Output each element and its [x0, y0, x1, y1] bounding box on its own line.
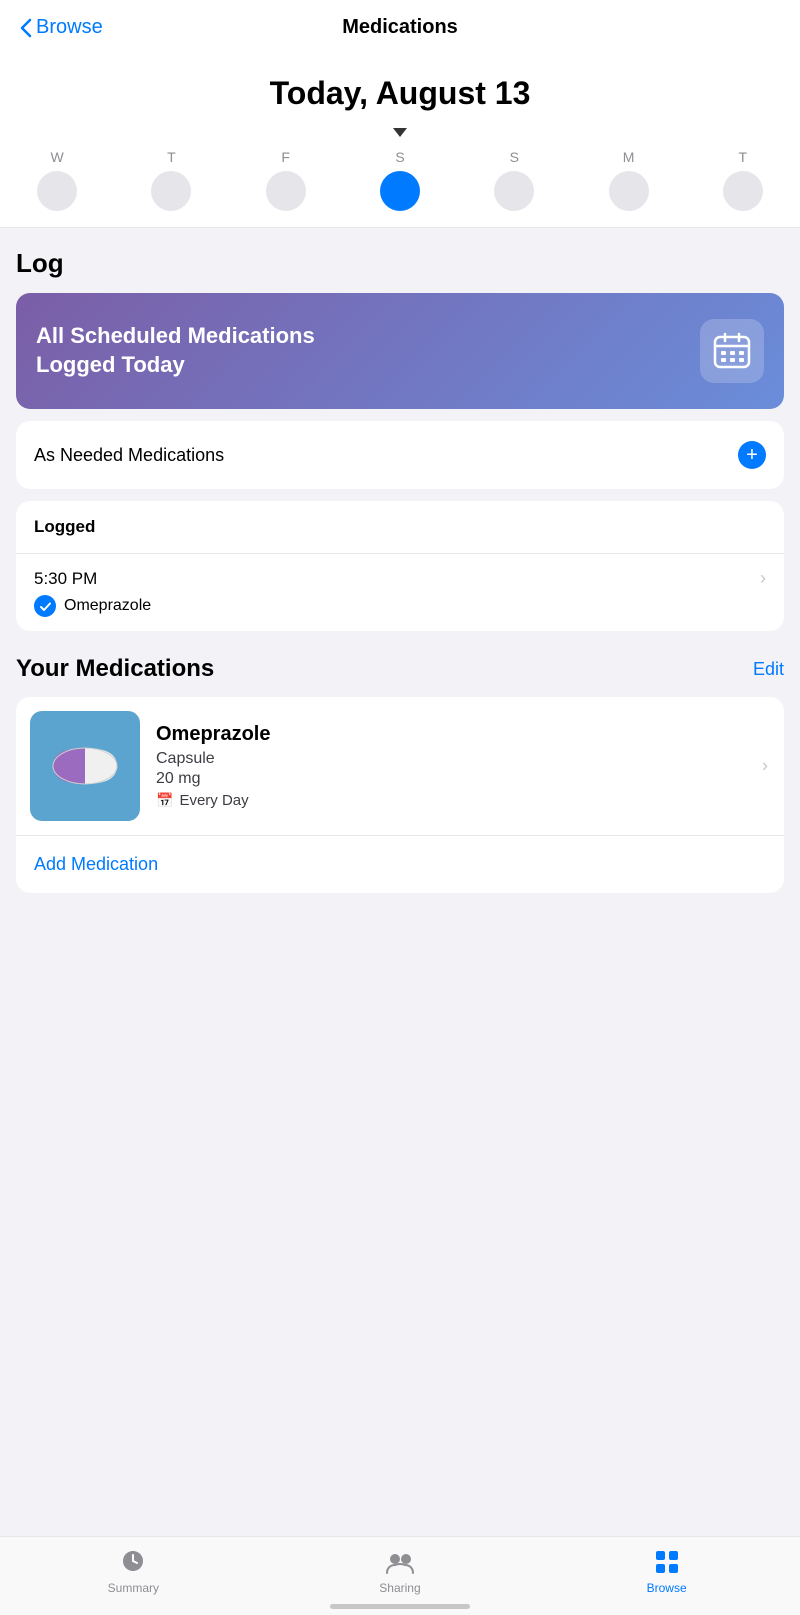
medication-type: Capsule — [156, 750, 770, 768]
week-day-tue[interactable]: T — [723, 149, 763, 211]
your-medications-section: Your Medications Edit — [0, 655, 800, 909]
as-needed-label: As Needed Medications — [34, 445, 224, 466]
week-day-fri[interactable]: F — [266, 149, 306, 211]
medications-card: Omeprazole Capsule 20 mg 📅 Every Day › A… — [16, 697, 784, 893]
today-indicator-arrow — [393, 128, 407, 137]
home-indicator — [330, 1604, 470, 1609]
medication-schedule: 📅 Every Day — [156, 792, 770, 809]
logged-header: Logged — [16, 501, 784, 554]
browse-icon — [652, 1547, 682, 1577]
as-needed-medications-row[interactable]: As Needed Medications + — [16, 421, 784, 489]
week-day-sat-today[interactable]: S — [380, 149, 420, 211]
add-medication-button[interactable]: Add Medication — [34, 854, 158, 874]
logged-med-name: Omeprazole — [64, 597, 151, 615]
week-day-wed[interactable]: W — [37, 149, 77, 211]
scheduled-card[interactable]: All Scheduled Medications Logged Today — [16, 293, 784, 409]
calendar-icon — [700, 319, 764, 383]
nav-title: Medications — [342, 16, 458, 39]
scheduled-text-line1: All Scheduled Medications — [36, 322, 315, 351]
medication-chevron: › — [762, 756, 768, 777]
logged-card: Logged 5:30 PM › Omeprazole — [16, 501, 784, 631]
scheduled-text-line2: Logged Today — [36, 351, 315, 380]
week-day-sun[interactable]: S — [494, 149, 534, 211]
calendar-small-icon: 📅 — [156, 792, 173, 809]
edit-button[interactable]: Edit — [753, 659, 784, 680]
logged-item[interactable]: 5:30 PM › Omeprazole — [16, 554, 784, 631]
tab-summary[interactable]: Summary — [93, 1547, 173, 1595]
back-button[interactable]: Browse — [20, 16, 103, 39]
back-label: Browse — [36, 16, 103, 39]
logged-item-chevron: › — [760, 568, 766, 589]
add-as-needed-button[interactable]: + — [738, 441, 766, 469]
tab-sharing[interactable]: Sharing — [360, 1547, 440, 1595]
tab-browse-label: Browse — [647, 1581, 687, 1595]
date-section: Today, August 13 — [0, 47, 800, 128]
tab-summary-label: Summary — [108, 1581, 159, 1595]
medication-name: Omeprazole — [156, 723, 770, 746]
week-strip: W T F S S M T — [0, 141, 800, 228]
week-day-thu[interactable]: T — [151, 149, 191, 211]
your-medications-title: Your Medications — [16, 655, 214, 683]
medication-omeprazole[interactable]: Omeprazole Capsule 20 mg 📅 Every Day › — [16, 697, 784, 836]
add-medication-row[interactable]: Add Medication — [16, 836, 784, 893]
tab-sharing-label: Sharing — [379, 1581, 420, 1595]
medication-info: Omeprazole Capsule 20 mg 📅 Every Day — [156, 723, 770, 809]
nav-bar: Browse Medications — [0, 0, 800, 47]
logged-time: 5:30 PM — [34, 569, 97, 589]
log-title: Log — [16, 248, 784, 279]
summary-icon — [118, 1547, 148, 1577]
medication-dose: 20 mg — [156, 770, 770, 788]
medication-image — [30, 711, 140, 821]
tab-browse[interactable]: Browse — [627, 1547, 707, 1595]
your-meds-header: Your Medications Edit — [16, 655, 784, 683]
medication-schedule-text: Every Day — [179, 792, 248, 809]
date-label: Today, August 13 — [20, 75, 780, 112]
log-section: Log All Scheduled Medications Logged Tod… — [0, 228, 800, 631]
week-day-mon[interactable]: M — [609, 149, 649, 211]
check-circle-icon — [34, 595, 56, 617]
sharing-icon — [385, 1547, 415, 1577]
